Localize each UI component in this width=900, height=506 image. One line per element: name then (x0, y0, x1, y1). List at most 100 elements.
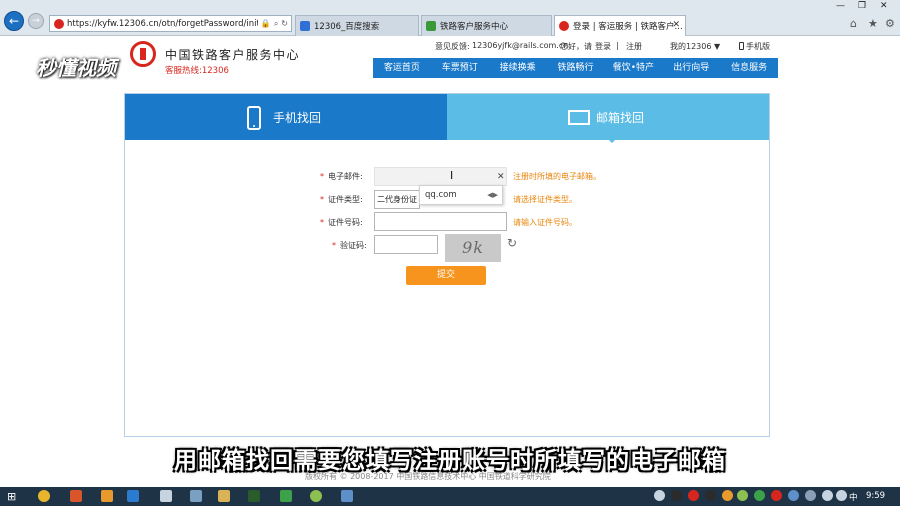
captcha-image[interactable]: 9k (445, 234, 501, 262)
tray-red-icon[interactable] (771, 490, 782, 501)
feedback-email-link[interactable]: 12306yjfk@rails.com.cn (472, 41, 568, 53)
hotline: 客服热线:12306 (165, 66, 229, 76)
nav-item-travel-guide[interactable]: 出行向导 (662, 58, 720, 78)
text-cursor-icon: I (450, 169, 454, 182)
required-mark: * (320, 195, 324, 204)
browser-tab-12306-home[interactable]: 铁路客户服务中心 (421, 15, 552, 36)
register-link[interactable]: 注册 (626, 41, 642, 53)
my12306-text[interactable]: 我的12306 (670, 42, 711, 51)
back-arrow-icon: ← (8, 14, 20, 28)
nav-item-home[interactable]: 客运首页 (373, 58, 431, 78)
login-link[interactable]: 登录 (595, 41, 611, 53)
chrome-icon[interactable] (38, 490, 50, 502)
refresh-captcha-icon[interactable]: ↻ (507, 236, 517, 250)
favorites-star-icon[interactable]: ★ (868, 17, 878, 30)
id-number-label: * 证件号码: (320, 217, 363, 228)
feedback-email[interactable]: 12306yjfk@rails.com.cn (472, 41, 568, 50)
app-icon[interactable] (101, 490, 113, 502)
tray-snowflake-icon[interactable] (788, 490, 799, 501)
id-number-hint: 请输入证件号码。 (513, 218, 577, 227)
id-type-label-text: 证件类型: (328, 195, 363, 204)
site-favicon-icon (54, 18, 64, 29)
taskbar-clock[interactable]: 9:59 (866, 491, 885, 501)
refresh-icon[interactable]: ↻ (281, 19, 288, 29)
suggestion-text[interactable]: qq.com (425, 190, 457, 200)
link-divider: | (616, 41, 619, 53)
site-favicon-icon (559, 21, 569, 31)
tray-flag-icon[interactable] (822, 490, 833, 501)
email-field[interactable] (374, 167, 507, 186)
captcha-label-text: 验证码: (340, 241, 367, 250)
login-link-text[interactable]: 登录 (595, 42, 611, 51)
tray-app-icon[interactable] (722, 490, 733, 501)
railway-logo-icon[interactable] (130, 41, 156, 67)
gamepad-icon[interactable] (160, 490, 172, 502)
nav-item-railway-pass[interactable]: 铁路畅行 (547, 58, 605, 78)
address-bar[interactable]: https://kyfw.12306.cn/otn/forgetPassword… (49, 15, 292, 32)
tray-green-icon[interactable] (754, 490, 765, 501)
required-mark: * (332, 241, 336, 250)
submit-button[interactable]: 提交 (406, 266, 486, 285)
tray-wechat-icon[interactable] (737, 490, 748, 501)
home-icon[interactable]: ⌂ (850, 17, 857, 30)
close-window-icon[interactable]: ✕ (880, 1, 888, 11)
media-player-icon[interactable] (127, 490, 139, 502)
address-url[interactable]: https://kyfw.12306.cn/otn/forgetPassword… (67, 19, 258, 29)
tray-qq-icon[interactable] (671, 490, 682, 501)
windows-start-icon[interactable]: ⊞ (7, 490, 16, 503)
window-icon[interactable] (190, 490, 202, 502)
clear-input-icon[interactable]: ✕ (497, 172, 505, 182)
settings-gear-icon[interactable]: ⚙ (885, 17, 895, 30)
app-green-icon[interactable] (280, 490, 292, 502)
close-tab-icon[interactable]: ✕ (672, 20, 680, 30)
id-number-label-text: 证件号码: (328, 218, 363, 227)
nav-item-booking[interactable]: 车票预订 (431, 58, 489, 78)
wechat-icon[interactable] (310, 490, 322, 502)
browser-icon[interactable] (70, 490, 82, 502)
nav-item-info-service[interactable]: 信息服务 (720, 58, 778, 78)
minimize-icon[interactable]: — (836, 1, 845, 11)
email-hint: 注册时所填的电子邮箱。 (513, 172, 601, 181)
captcha-field[interactable] (374, 235, 438, 254)
input-method-indicator[interactable]: 中 (849, 491, 858, 503)
tray-gamepad-icon[interactable] (654, 490, 665, 501)
site-title: 中国铁路客户服务中心 (165, 48, 301, 62)
browser-chrome: ← → https://kyfw.12306.cn/otn/forgetPass… (0, 0, 900, 36)
tray-record-icon[interactable] (705, 490, 716, 501)
my12306-menu[interactable]: 我的12306 ▼ (670, 41, 720, 53)
folder-icon[interactable] (218, 490, 230, 502)
search-dropdown-icon[interactable]: ⌕ (274, 19, 278, 29)
mobile-text[interactable]: 手机版 (746, 42, 770, 51)
nav-item-catering[interactable]: 餐饮•特产 (604, 58, 662, 78)
email-suggestion-item[interactable]: qq.com ◀▶ (419, 185, 503, 205)
main-nav: 客运首页 车票预订 接续换乘 铁路畅行 餐饮•特产 出行向导 信息服务 (373, 58, 778, 78)
register-link-text[interactable]: 注册 (626, 42, 642, 51)
active-tab-caret (607, 138, 617, 143)
tray-network-icon[interactable] (805, 490, 816, 501)
id-type-hint: 请选择证件类型。 (513, 195, 577, 204)
suggestion-arrows-icon[interactable]: ◀▶ (487, 186, 498, 204)
browser-tab-baidu[interactable]: 12306_百度搜索 (295, 15, 419, 36)
app-blue-icon[interactable] (341, 490, 353, 502)
id-number-field[interactable] (374, 212, 507, 231)
tray-antivirus-icon[interactable] (688, 490, 699, 501)
tray-volume-icon[interactable] (836, 490, 847, 501)
id-type-label: * 证件类型: (320, 194, 363, 205)
tab-title: 登录 | 客运服务 | 铁路客户... (573, 22, 683, 32)
feedback-label: 意见反馈: (435, 41, 470, 53)
divider-text: | (616, 41, 619, 50)
email-label: * 电子邮件: (320, 171, 363, 182)
nav-item-transfer[interactable]: 接续换乘 (489, 58, 547, 78)
tab-phone-recovery[interactable]: 手机找回 (125, 94, 447, 140)
forward-button[interactable]: → (28, 13, 44, 29)
id-type-select[interactable]: 二代身份证 (374, 190, 420, 209)
maximize-icon[interactable]: ❐ (858, 1, 866, 11)
baidu-favicon-icon (300, 21, 310, 31)
mobile-version-link[interactable]: 手机版 (739, 41, 770, 53)
back-button[interactable]: ← (4, 11, 24, 31)
lock-icon[interactable]: 🔒 (261, 19, 271, 29)
required-mark: * (320, 218, 324, 227)
app-ai-icon[interactable] (248, 490, 260, 502)
tab-email-recovery[interactable]: 邮箱找回 (447, 94, 769, 140)
browser-tab-login[interactable]: 登录 | 客运服务 | 铁路客户... ✕ (554, 15, 686, 36)
